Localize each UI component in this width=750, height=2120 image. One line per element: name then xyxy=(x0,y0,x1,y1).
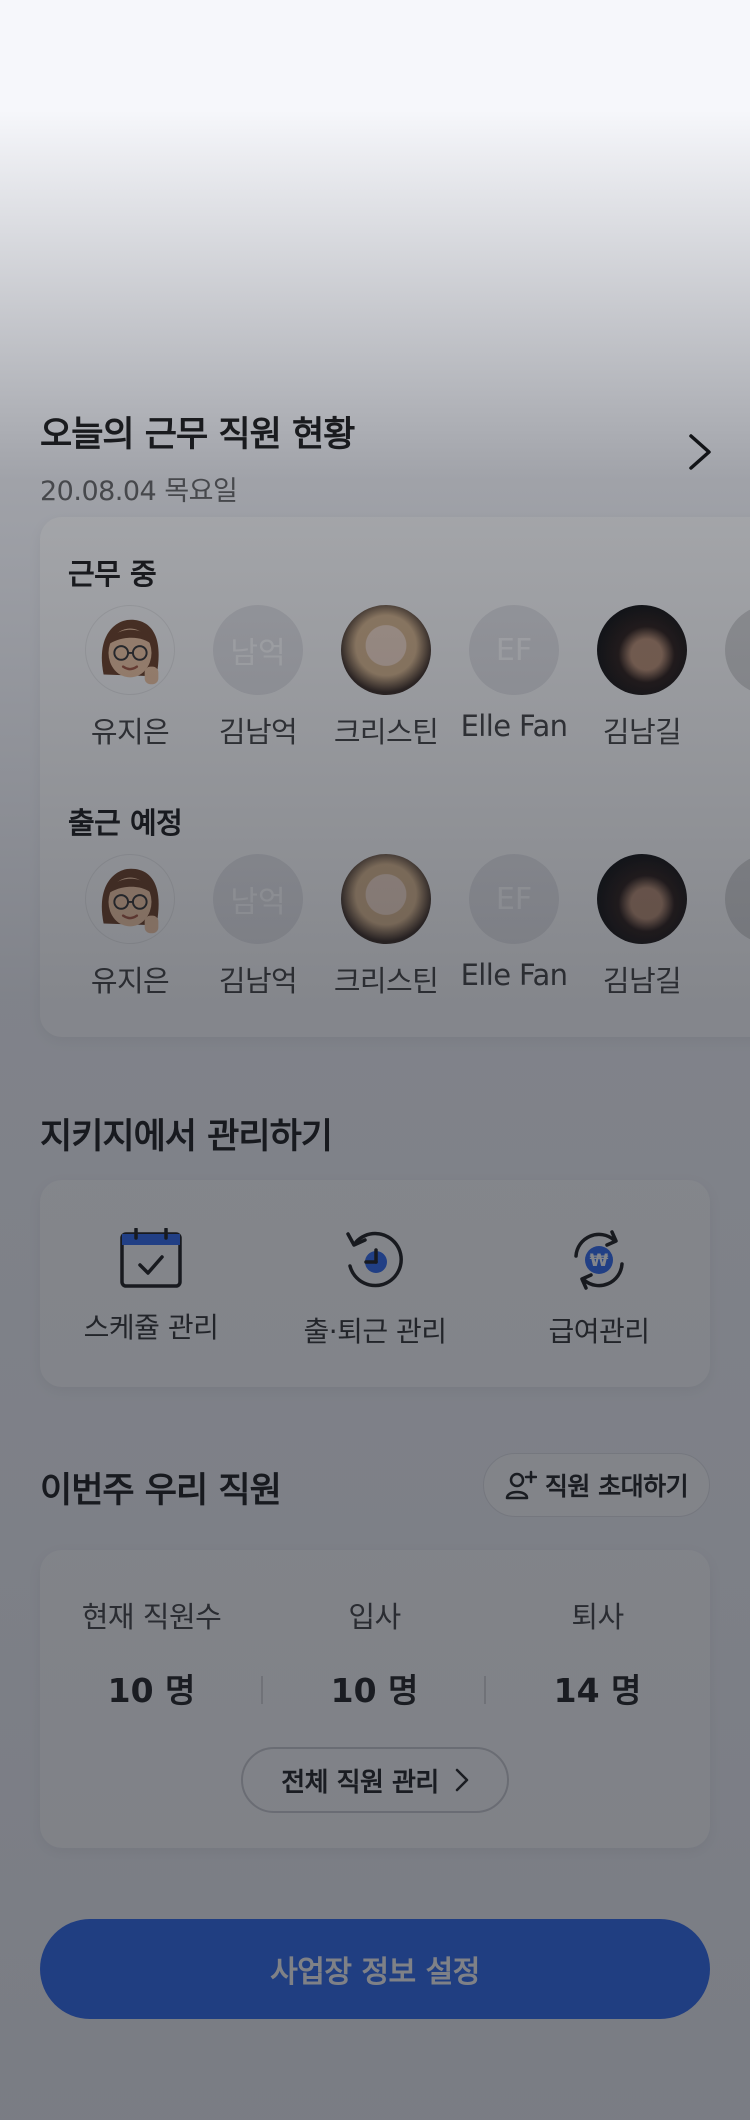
working-list: 유지은남억김남억크리스틴EFElle Fan김남길김 xyxy=(85,605,750,751)
scheduled-label: 출근 예정 xyxy=(68,806,183,840)
chevron-right-icon xyxy=(455,1768,469,1792)
memoji-avatar-image xyxy=(101,868,159,934)
staff-name: 유지은 xyxy=(90,715,170,749)
business-settings-button[interactable]: 사업장 정보 설정 xyxy=(40,1919,710,2019)
staff-name: Elle Fan xyxy=(460,958,568,992)
avatar-initials: EF xyxy=(495,881,533,917)
avatar xyxy=(597,605,687,695)
stat-label: 입사 xyxy=(348,1600,401,1634)
today-staff-card: 근무 중 유지은남억김남억크리스틴EFElle Fan김남길김 출근 예정 유지… xyxy=(40,517,750,1037)
schedule-tool-label: 스케쥴 관리 xyxy=(83,1311,219,1344)
avatar xyxy=(341,854,431,944)
staff-name: Elle Fan xyxy=(460,709,568,743)
today-title: 오늘의 근무 직원 현황 xyxy=(40,415,355,455)
staff-name: 크리스틴 xyxy=(333,715,439,749)
invite-staff-button[interactable]: 직원 초대하기 xyxy=(483,1453,710,1517)
calendar-check-icon xyxy=(120,1228,182,1288)
avatar-initials: EF xyxy=(495,632,533,668)
working-label: 근무 중 xyxy=(68,557,157,591)
avatar xyxy=(725,854,750,944)
chevron-right-icon xyxy=(689,434,711,470)
avatar-initials: 남억 xyxy=(230,636,286,671)
staff-item[interactable]: 남억김남억 xyxy=(213,854,303,1000)
week-header: 이번주 우리 직원 xyxy=(40,1462,282,1513)
avatar xyxy=(597,854,687,944)
avatar: EF xyxy=(469,854,559,944)
staff-name: 김남억 xyxy=(218,715,298,749)
staff-item[interactable]: 남억김남억 xyxy=(213,605,303,751)
stat-left: 퇴사 14 명 xyxy=(486,1594,709,1712)
won-refresh-icon: ₩ xyxy=(574,1230,624,1290)
staff-name: 유지은 xyxy=(90,964,170,998)
business-settings-label: 사업장 정보 설정 xyxy=(270,1955,480,1990)
payroll-tool-label: 급여관리 xyxy=(548,1315,650,1348)
add-person-icon xyxy=(505,1470,537,1500)
avatar xyxy=(85,854,175,944)
staff-item[interactable]: 김 xyxy=(725,854,750,1000)
avatar: EF xyxy=(469,605,559,695)
week-title: 이번주 우리 직원 xyxy=(40,1471,282,1511)
avatar xyxy=(341,605,431,695)
home-screen: 오늘의 근무 직원 현황 20.08.04 목요일 근무 중 유지은 남억 김남억 크… xyxy=(0,0,750,2120)
memoji-avatar-image xyxy=(101,619,159,685)
staff-item[interactable]: 김남길 xyxy=(597,605,687,751)
avatar xyxy=(85,605,175,695)
today-more-button[interactable] xyxy=(683,430,717,474)
stat-value: 10 명 xyxy=(330,1671,419,1710)
stat-label: 현재 직원수 xyxy=(81,1600,222,1634)
manage-header: 지키지에서 관리하기 xyxy=(40,1108,333,1159)
week-stats-card: 현재 직원수 10 명 입사 10 명 퇴사 14 명 전체 직원 관리 xyxy=(40,1550,710,1848)
stat-joined: 입사 10 명 xyxy=(263,1594,486,1712)
svg-text:₩: ₩ xyxy=(590,1251,609,1271)
staff-item[interactable]: 크리스틴 xyxy=(334,854,439,1000)
attendance-tool[interactable]: 출·퇴근 관리 xyxy=(275,1228,475,1350)
payroll-tool[interactable]: ₩ 급여관리 xyxy=(499,1228,699,1350)
stat-value: 10 명 xyxy=(107,1671,196,1710)
staff-item[interactable]: EF Elle Fan xyxy=(461,605,568,751)
avatar-initials: 남억 xyxy=(230,885,286,920)
schedule-tool[interactable]: 스케쥴 관리 xyxy=(51,1228,251,1346)
today-date: 20.08.04 목요일 xyxy=(40,476,238,507)
staff-item[interactable]: 김 xyxy=(725,605,750,751)
invite-staff-label: 직원 초대하기 xyxy=(544,1472,689,1501)
avatar: 남억 xyxy=(213,854,303,944)
stat-value: 14 명 xyxy=(553,1671,642,1710)
all-staff-button[interactable]: 전체 직원 관리 xyxy=(241,1747,509,1813)
attendance-tool-label: 출·퇴근 관리 xyxy=(303,1315,447,1348)
staff-item[interactable]: 김남길 xyxy=(597,854,687,1000)
staff-name: 김남길 xyxy=(602,715,682,749)
staff-item[interactable]: 유지은 xyxy=(85,854,175,1000)
stat-label: 퇴사 xyxy=(571,1600,624,1634)
staff-item[interactable]: 크리스틴 xyxy=(334,605,439,751)
manage-card: 스케쥴 관리 출·퇴근 관리 ₩ 급여관리 xyxy=(40,1180,710,1387)
staff-name: 김남길 xyxy=(602,964,682,998)
avatar: 남억 xyxy=(213,605,303,695)
staff-item[interactable]: EF Elle Fan xyxy=(461,854,568,1000)
staff-name: 김남억 xyxy=(218,964,298,998)
stat-current-staff: 현재 직원수 10 명 xyxy=(40,1594,263,1712)
scheduled-list: 유지은남억김남억크리스틴EFElle Fan김남길김 xyxy=(85,854,750,1000)
staff-item[interactable]: 유지은 xyxy=(85,605,175,751)
all-staff-label: 전체 직원 관리 xyxy=(281,1767,439,1798)
staff-name: 크리스틴 xyxy=(333,964,439,998)
manage-title: 지키지에서 관리하기 xyxy=(40,1117,333,1157)
avatar xyxy=(725,605,750,695)
today-header: 오늘의 근무 직원 현황 20.08.04 목요일 xyxy=(40,406,355,508)
clock-history-icon xyxy=(346,1231,403,1288)
